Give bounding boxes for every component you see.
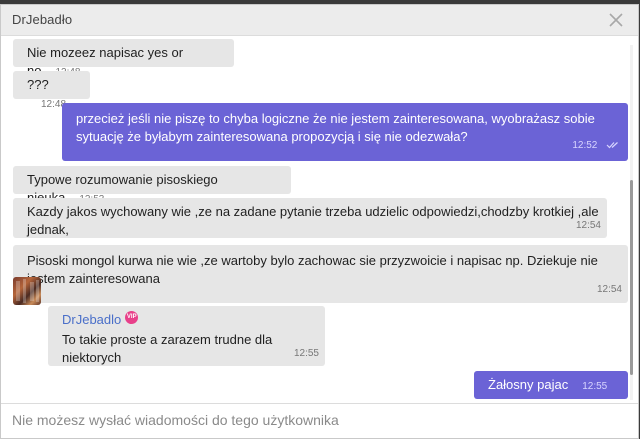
message-time: 12:54 bbox=[596, 284, 622, 295]
message-text: Kazdy jakos wychowany wie ,ze na zadane … bbox=[27, 204, 599, 237]
chat-title: DrJebadło bbox=[12, 12, 73, 27]
message-text: przecież jeśli nie piszę to chyba logicz… bbox=[76, 111, 595, 144]
sender-name[interactable]: DrJebadlo bbox=[62, 312, 121, 327]
message-outgoing: przecież jeśli nie piszę to chyba logicz… bbox=[62, 103, 628, 161]
message-text: Pisoski mongol kurwa nie wie ,ze wartoby… bbox=[27, 253, 598, 286]
chat-header: DrJebadło bbox=[1, 5, 638, 36]
message-incoming: Kazdy jakos wychowany wie ,ze na zadane … bbox=[13, 198, 607, 238]
message-incoming: Nie mozeez napisac yes or no12:48 bbox=[13, 39, 234, 78]
vip-badge: VIP bbox=[125, 311, 139, 324]
composer-disabled-notice: Nie możesz wysłać wiadomości do tego uży… bbox=[12, 412, 339, 428]
message-time: 12:54 bbox=[575, 220, 601, 231]
message-text: ??? bbox=[27, 77, 49, 92]
message-incoming: Typowe rozumowanie pisoskiego nieuka12:5… bbox=[13, 166, 291, 205]
message-text: To takie proste a zarazem trudne dla nie… bbox=[62, 332, 273, 365]
chat-window: DrJebadło Nie mozeez napisac yes or no12… bbox=[0, 4, 639, 439]
message-composer: Nie możesz wysłać wiadomości do tego uży… bbox=[1, 403, 638, 438]
close-icon[interactable] bbox=[608, 12, 624, 28]
message-time: 12:55 bbox=[293, 348, 319, 359]
message-time: 12:55 bbox=[582, 381, 608, 392]
avatar[interactable] bbox=[13, 277, 41, 305]
message-list[interactable]: Nie mozeez napisac yes or no12:48 ???12:… bbox=[1, 36, 638, 404]
message-incoming: ???12:48 bbox=[13, 71, 90, 110]
message-text: Żałosny pajac bbox=[488, 377, 569, 392]
double-check-icon bbox=[606, 141, 618, 148]
message-outgoing: Żałosny pajac 12:55 bbox=[474, 371, 628, 404]
message-time: 12:52 bbox=[572, 140, 598, 151]
message-sender: DrJebadlo VIP bbox=[62, 311, 317, 329]
message-incoming: Pisoski mongol kurwa nie wie ,ze wartoby… bbox=[13, 245, 628, 303]
scrollbar-thumb[interactable] bbox=[630, 180, 633, 375]
message-incoming: DrJebadlo VIP To takie proste a zarazem t… bbox=[48, 306, 325, 366]
